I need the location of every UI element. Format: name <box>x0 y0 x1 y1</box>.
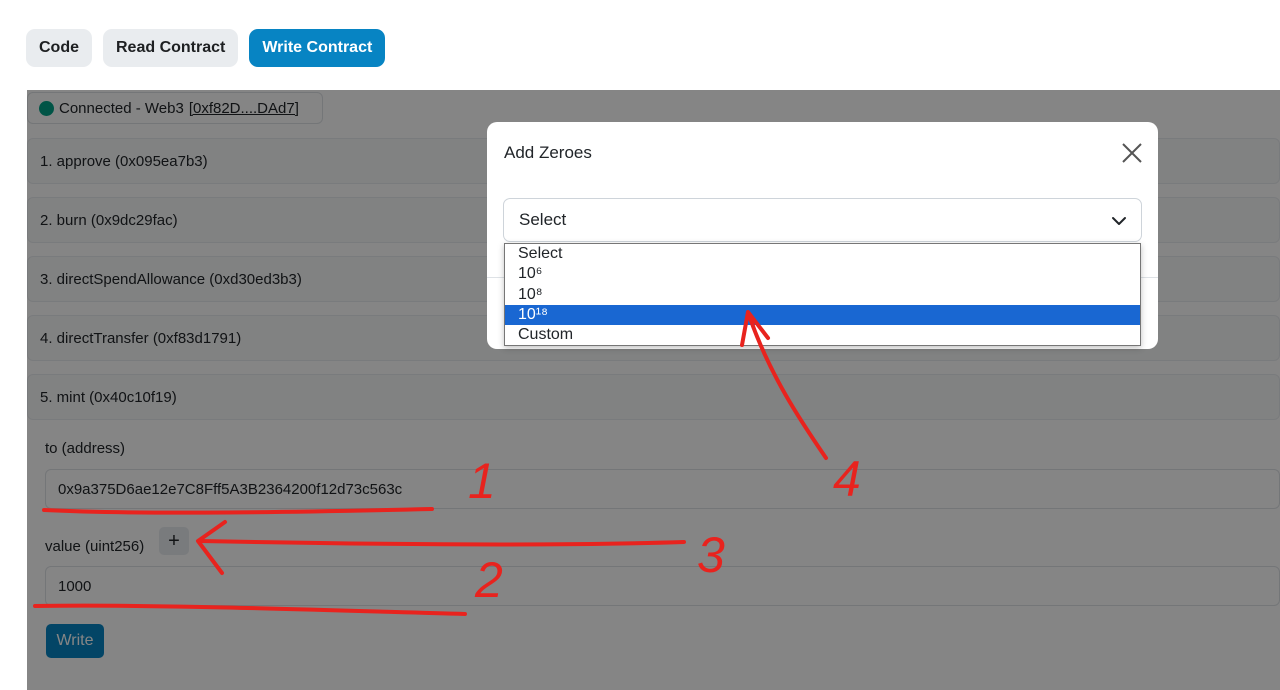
chevron-down-icon <box>1112 217 1126 225</box>
contract-tabs: Code Read Contract Write Contract <box>26 29 386 67</box>
modal-title: Add Zeroes <box>504 143 592 162</box>
option-10-8[interactable]: 10⁸ <box>505 285 1140 305</box>
option-custom[interactable]: Custom <box>505 325 1140 345</box>
tab-code[interactable]: Code <box>26 29 92 67</box>
option-10-6[interactable]: 10⁶ <box>505 264 1140 284</box>
zeroes-dropdown-list: Select 10⁶ 10⁸ 10¹⁸ Custom <box>504 243 1141 346</box>
option-10-18[interactable]: 10¹⁸ <box>505 304 1140 326</box>
zeroes-select[interactable]: Select <box>503 198 1142 242</box>
close-icon[interactable] <box>1121 142 1143 164</box>
tab-read-contract[interactable]: Read Contract <box>103 29 239 67</box>
option-select[interactable]: Select <box>505 244 1140 264</box>
select-value: Select <box>519 210 567 229</box>
tab-write-contract[interactable]: Write Contract <box>249 29 386 67</box>
